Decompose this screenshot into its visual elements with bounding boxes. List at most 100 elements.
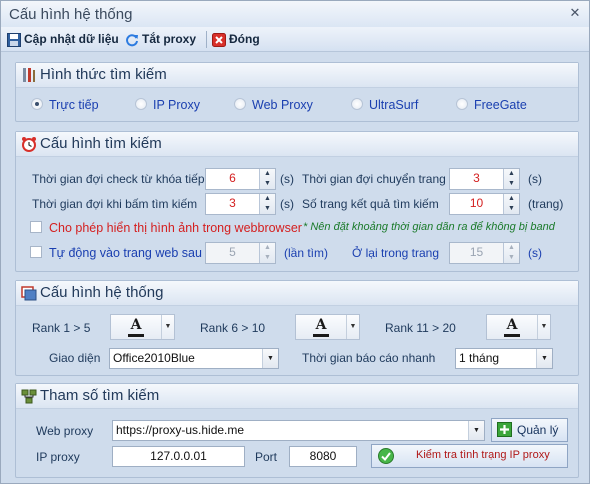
chevron-down-icon[interactable]: ▼: [536, 349, 552, 368]
auto-visit-spinner[interactable]: 5 ▲ ▼: [205, 242, 276, 264]
spinner-buttons[interactable]: ▲ ▼: [503, 194, 519, 214]
font-color-icon: A: [111, 317, 161, 337]
update-data-button[interactable]: Cập nhật dữ liệu: [7, 30, 119, 48]
search-params-group: Tham số tìm kiếm Web proxy https://proxy…: [15, 383, 579, 478]
spin-down-icon[interactable]: ▼: [504, 204, 519, 214]
stay-unit: (s): [528, 246, 542, 260]
radio-freegate[interactable]: FreeGate: [456, 98, 527, 112]
spin-up-icon[interactable]: ▲: [504, 243, 519, 253]
search-config-group: Cấu hình tìm kiếm Thời gian đợi check từ…: [15, 131, 579, 272]
radio-web-proxy-label: Web Proxy: [252, 98, 313, 112]
spin-down-icon[interactable]: ▼: [504, 253, 519, 263]
radio-ultrasurf-label: UltraSurf: [369, 98, 419, 112]
stay-spinner[interactable]: 15 ▲ ▼: [449, 242, 520, 264]
spin-down-icon[interactable]: ▼: [260, 253, 275, 263]
close-button[interactable]: Đóng: [212, 30, 260, 48]
chevron-down-icon[interactable]: ▼: [537, 315, 550, 339]
wait-check-keyword-unit: (s): [280, 172, 294, 186]
tools-icon: [23, 68, 35, 82]
rank2-label: Rank 6 > 10: [200, 321, 266, 335]
close-label: Đóng: [229, 32, 260, 46]
check-proxy-label: Kiểm tra tình trạng IP proxy: [416, 449, 550, 461]
radio-freegate-label: FreeGate: [474, 98, 527, 112]
result-pages-unit: (trang): [528, 197, 564, 211]
radio-ip-proxy[interactable]: IP Proxy: [135, 98, 200, 112]
spinner-value: 3: [229, 196, 236, 210]
spinner-value: 15: [469, 245, 484, 259]
radio-dot: [351, 98, 363, 110]
show-images-checkbox[interactable]: Cho phép hiển thị hình ảnh trong webbrow…: [30, 221, 302, 235]
rank2-font-button[interactable]: A ▼: [295, 314, 360, 340]
spin-up-icon[interactable]: ▲: [260, 169, 275, 179]
ip-proxy-input[interactable]: 127.0.0.01: [112, 446, 245, 467]
chevron-down-icon[interactable]: ▼: [262, 349, 278, 368]
wait-check-keyword-spinner[interactable]: 6 ▲ ▼: [205, 168, 276, 190]
radio-dot: [234, 98, 246, 110]
search-mode-title: Hình thức tìm kiếm: [40, 66, 167, 83]
auto-visit-checkbox[interactable]: Tự động vào trang web sau: [30, 246, 202, 260]
interface-select[interactable]: Office2010Blue ▼: [109, 348, 279, 369]
radio-dot: [31, 98, 43, 110]
chevron-down-icon[interactable]: ▼: [468, 421, 484, 440]
close-red-icon: [212, 32, 226, 47]
port-value: 8080: [309, 449, 337, 463]
spin-up-icon[interactable]: ▲: [504, 194, 519, 204]
spinner-buttons[interactable]: ▲ ▼: [259, 169, 275, 189]
system-config-header: Cấu hình hệ thống: [16, 281, 578, 306]
wait-page-switch-spinner[interactable]: 3 ▲ ▼: [449, 168, 520, 190]
spinner-value: 6: [229, 171, 236, 185]
spinner-buttons[interactable]: ▲ ▼: [259, 243, 275, 263]
checkbox-box[interactable]: [30, 246, 42, 258]
chevron-down-icon[interactable]: ▼: [161, 315, 174, 339]
spin-down-icon[interactable]: ▼: [504, 179, 519, 189]
radio-ultrasurf[interactable]: UltraSurf: [351, 98, 418, 112]
spinner-buttons[interactable]: ▲ ▼: [503, 169, 519, 189]
ip-proxy-value: 127.0.0.01: [150, 449, 207, 463]
spin-down-icon[interactable]: ▼: [260, 204, 275, 214]
window-title: Cấu hình hệ thống: [9, 6, 133, 23]
wait-click-search-spinner[interactable]: 3 ▲ ▼: [205, 193, 276, 215]
spin-up-icon[interactable]: ▲: [260, 194, 275, 204]
settings-window: Cấu hình hệ thống ✕ Cập nhật dữ liệu Tắt…: [0, 0, 590, 484]
spinner-value: 10: [469, 196, 484, 210]
rank1-font-button[interactable]: A ▼: [110, 314, 175, 340]
wait-click-search-unit: (s): [280, 197, 294, 211]
toolbar: Cập nhật dữ liệu Tắt proxy Đóng: [1, 27, 589, 52]
wait-page-switch-unit: (s): [528, 172, 542, 186]
check-proxy-button[interactable]: Kiểm tra tình trạng IP proxy: [371, 444, 568, 468]
close-window-icon[interactable]: ✕: [567, 5, 583, 21]
radio-web-proxy[interactable]: Web Proxy: [234, 98, 313, 112]
auto-visit-label: Tự động vào trang web sau: [49, 246, 202, 260]
ip-proxy-label: IP proxy: [36, 450, 80, 464]
manage-button[interactable]: Quản lý: [491, 418, 568, 442]
result-pages-spinner[interactable]: 10 ▲ ▼: [449, 193, 520, 215]
spinner-value: 3: [473, 171, 480, 185]
radio-direct-label: Trực tiếp: [49, 98, 99, 112]
radio-dot: [135, 98, 147, 110]
search-params-title: Tham số tìm kiếm: [40, 387, 160, 404]
chevron-down-icon[interactable]: ▼: [346, 315, 359, 339]
report-time-label: Thời gian báo cáo nhanh: [302, 351, 436, 365]
show-images-label: Cho phép hiển thị hình ảnh trong webbrow…: [49, 221, 302, 235]
interface-value: Office2010Blue: [113, 351, 195, 365]
disable-proxy-button[interactable]: Tắt proxy: [125, 30, 196, 48]
rank3-font-button[interactable]: A ▼: [486, 314, 551, 340]
port-input[interactable]: 8080: [289, 446, 357, 467]
web-proxy-select[interactable]: https://proxy-us.hide.me ▼: [112, 420, 485, 441]
spin-up-icon[interactable]: ▲: [504, 169, 519, 179]
spinner-buttons[interactable]: ▲ ▼: [503, 243, 519, 263]
radio-direct[interactable]: Trực tiếp: [31, 98, 99, 112]
report-time-select[interactable]: 1 tháng ▼: [455, 348, 553, 369]
toolbar-separator: [206, 31, 207, 48]
spin-down-icon[interactable]: ▼: [260, 179, 275, 189]
save-icon: [7, 32, 21, 47]
alarm-clock-icon: [22, 137, 36, 152]
font-color-icon: A: [296, 317, 346, 337]
spin-up-icon[interactable]: ▲: [260, 243, 275, 253]
wait-click-search-label: Thời gian đợi khi bấm tìm kiếm: [32, 197, 198, 211]
spinner-buttons[interactable]: ▲ ▼: [259, 194, 275, 214]
checkbox-box[interactable]: [30, 221, 42, 233]
radio-ip-proxy-label: IP Proxy: [153, 98, 201, 112]
manage-label: Quản lý: [517, 423, 559, 437]
interface-label: Giao diện: [49, 351, 101, 365]
